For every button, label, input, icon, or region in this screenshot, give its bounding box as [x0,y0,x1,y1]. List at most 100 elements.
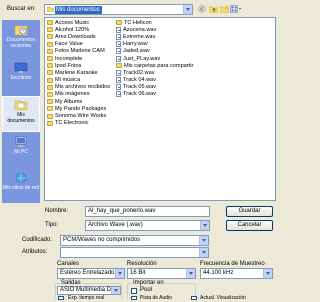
chevron-down-icon[interactable] [111,287,120,294]
salidas-value: ASIO Multimedia Driv [60,287,118,293]
place-label: Escritorio [10,75,32,81]
place-mi-pc[interactable]: Mi PC [2,134,40,170]
place-label: Mi PC [14,149,28,155]
wave-file-icon [116,55,121,62]
folder-icon [47,27,53,33]
pista-audio-checkbox[interactable] [131,296,137,300]
recent-docs-icon [14,25,28,36]
folder-item[interactable]: My Albums [47,98,110,105]
file-item[interactable]: Just_PLay.wav [116,55,193,62]
place-mis-sitios-de-red[interactable]: Mis sitios de red [2,170,40,206]
chevron-down-icon[interactable] [115,269,124,278]
file-item[interactable]: Azucena.wav [116,26,193,33]
item-label: Just_PLay.wav [123,55,161,62]
chevron-down-icon[interactable] [263,269,272,278]
item-label: Azucena.wav [123,26,157,33]
chevron-down-icon[interactable] [200,221,209,230]
item-label: Mis imágenes [55,91,90,98]
tipo-label: Tipo: [45,222,59,228]
cancelar-button[interactable]: Cancelar [226,220,273,231]
file-item[interactable]: Track 04.wav [116,77,193,84]
up-folder-icon[interactable] [208,4,218,14]
folder-icon [47,34,53,40]
lookin-label: Buscar en: [7,6,36,12]
file-item[interactable]: Track02.wav [116,69,193,76]
folder-icon [116,20,122,26]
frecuencia-value: 44.100 kHz [203,270,234,276]
network-places-icon [15,172,27,184]
wave-file-icon [116,26,121,33]
item-label: Access Music [55,19,90,26]
file-item[interactable]: Track 05.wav [116,84,193,91]
folder-item[interactable]: TC Helicon [116,19,193,26]
salidas-select[interactable]: ASIO Multimedia Driv [57,286,121,295]
nombre-label: Nombre: [45,208,69,214]
folder-icon [47,48,53,54]
folder-item[interactable]: Ipod Fotos [47,62,110,69]
place-escritorio[interactable]: Escritorio [2,60,40,96]
folder-icon [47,20,53,26]
frecuencia-select[interactable]: 44.100 kHz [200,268,273,279]
file-item[interactable]: Harry.wav [116,41,193,48]
exp-tiempo-real-label: Exp. tiempo real [68,295,105,301]
my-documents-icon [14,100,28,111]
back-icon[interactable] [197,4,207,14]
folder-item[interactable]: Marlene Karaoke [47,69,110,76]
place-mis-documentos[interactable]: Mis documentos [2,96,40,132]
item-label: Sonoma Wire Works [55,113,107,120]
item-label: Fotos Marlene CAM [55,48,105,55]
folder-item[interactable]: Sonoma Wire Works [47,112,110,119]
folder-item[interactable]: My Pando Packages [47,105,110,112]
folder-item[interactable]: Incomplete [47,55,110,62]
guardar-button[interactable]: Guardar [226,206,273,217]
canales-select[interactable]: Estéreo Entrelazado [57,268,125,279]
item-label: Mis archivos recibidos [55,84,111,91]
folder-item[interactable]: TC Electronic [47,120,110,127]
atributos-select[interactable] [60,247,209,258]
new-folder-icon[interactable] [219,4,229,14]
folder-item[interactable]: Access Music [47,19,110,26]
folder-icon [47,91,53,97]
view-menu-icon[interactable] [230,4,243,14]
file-column-2: TC Helicon Azucena.wav Extreme.wav Harry.wa… [116,19,193,98]
place-documentos-recientes[interactable]: Documentos recientes [2,22,40,58]
exp-tiempo-real-checkbox[interactable] [58,296,64,300]
tipo-select[interactable]: Archivo Wave (.wav) [85,220,210,231]
folder-item[interactable]: Alcohol 120% [47,26,110,33]
chevron-down-icon[interactable] [199,248,208,257]
folder-icon [47,84,53,90]
wave-file-icon [116,33,121,40]
item-label: TC Helicon [124,19,152,26]
chevron-down-icon[interactable] [183,5,192,14]
wave-file-icon [116,84,121,91]
item-label: Ipod Fotos [55,62,82,69]
folder-item[interactable]: Mis imágenes [47,91,110,98]
place-label: Mis documentos [7,112,35,124]
file-item[interactable]: Jaded.wav [116,48,193,55]
file-list[interactable]: Access Music Alcohol 120% Ares Downloads Fa… [44,17,276,201]
folder-item[interactable]: Face Value [47,41,110,48]
resolucion-select[interactable]: 16 Bit [127,268,196,279]
file-item[interactable]: Track 06.wav [116,91,193,98]
canales-label: Canales [57,261,80,267]
folder-item[interactable]: Ares Downloads [47,33,110,40]
folder-item[interactable]: Mi música [47,77,110,84]
item-label: Alcohol 120% [55,26,90,33]
codificado-select[interactable]: PCM/Waves no comprimidos [60,235,209,246]
frecuencia-label: Frecuencia de Muestreo [200,261,265,267]
folder-item[interactable]: Fotos Marlene CAM [47,48,110,55]
nombre-input[interactable]: Al_hay_que_ponerlo.wav [85,206,210,217]
pool-label: Pool [140,287,153,293]
item-label: Track02.wav [123,69,155,76]
file-column-1: Access Music Alcohol 120% Ares Downloads Fa… [47,19,110,127]
chevron-down-icon[interactable] [199,236,208,245]
pool-checkbox[interactable] [131,288,137,294]
chevron-down-icon[interactable] [186,269,195,278]
folder-item[interactable]: Mis carpetas para compartir [116,62,193,69]
codificado-value: PCM/Waves no comprimidos [63,237,141,243]
actual-visualizacion-checkbox[interactable] [191,296,197,300]
file-item[interactable]: Extreme.wav [116,33,193,40]
folder-item[interactable]: Mis archivos recibidos [47,84,110,91]
resolucion-label: Resolución [127,261,157,267]
lookin-select[interactable]: Mis documentos [44,4,193,15]
